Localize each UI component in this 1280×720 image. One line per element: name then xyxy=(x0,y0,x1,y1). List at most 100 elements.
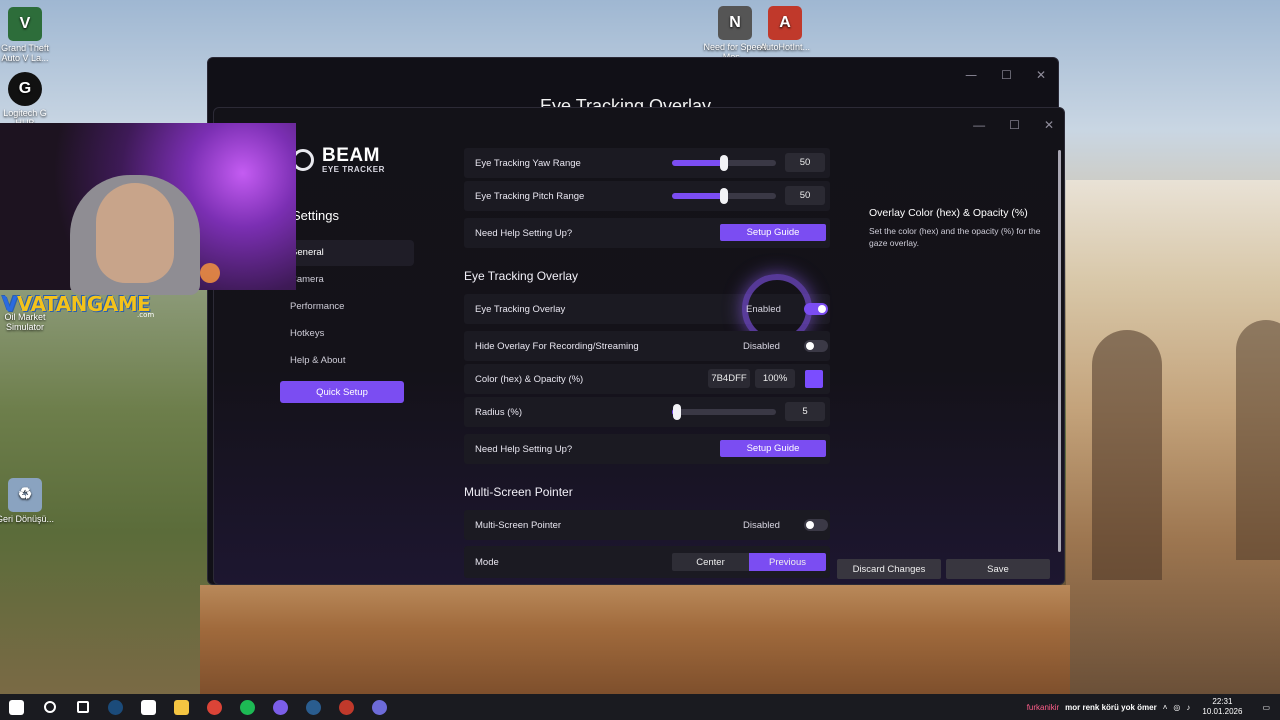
beam-icon[interactable] xyxy=(363,694,396,720)
desktop-icon-gta[interactable]: V Grand Theft Auto V La... xyxy=(0,7,57,63)
volume-icon[interactable]: ♪ xyxy=(1186,703,1190,712)
recycle-bin-icon: ♻ xyxy=(8,478,42,512)
taskbar: furkanikir mor renk körü yok ömer ˄ ◎ ♪ … xyxy=(0,694,1280,720)
file-explorer-icon[interactable] xyxy=(165,694,198,720)
search-icon[interactable] xyxy=(33,694,66,720)
spotify-icon-glyph xyxy=(240,699,255,715)
spotify-icon[interactable] xyxy=(231,694,264,720)
toggle-dot xyxy=(806,342,814,350)
tray-chevron-icon[interactable]: ˄ xyxy=(1163,703,1168,712)
multi-screen-status: Disabled xyxy=(743,520,780,531)
slider-knob[interactable] xyxy=(673,404,682,420)
sidebar-item-help-about[interactable]: Help & About xyxy=(280,348,414,374)
beam-icon-glyph xyxy=(372,699,387,715)
wallpaper-arch xyxy=(1092,330,1162,580)
yaw-range-label: Eye Tracking Yaw Range xyxy=(475,157,581,169)
desktop-icon-label: Geri Dönüşü... xyxy=(0,514,55,524)
maximize-icon[interactable]: ☐ xyxy=(1001,68,1012,82)
desktop-icon-logitech[interactable]: G Logitech G HUB xyxy=(0,72,57,128)
mode-segmented-control[interactable]: Center Previous xyxy=(672,553,826,571)
sidebar-item-camera[interactable]: Camera xyxy=(280,267,414,293)
steam-2-icon-glyph xyxy=(306,699,321,715)
hide-overlay-label: Hide Overlay For Recording/Streaming xyxy=(475,340,639,352)
hex-color-input[interactable]: 7B4DFF xyxy=(708,369,750,388)
steam-icon-glyph xyxy=(108,699,123,715)
sidebar-item-performance[interactable]: Performance xyxy=(280,294,414,320)
radius-value[interactable]: 5 xyxy=(785,402,825,421)
steam-2-icon[interactable] xyxy=(297,694,330,720)
discard-changes-button[interactable]: Discard Changes xyxy=(837,559,941,579)
windows-start-icon[interactable] xyxy=(0,694,33,720)
yaw-range-row: Eye Tracking Yaw Range 50 xyxy=(464,148,830,178)
minimize-icon[interactable]: — xyxy=(965,68,977,82)
desktop-wallpaper-rocks xyxy=(200,585,1070,695)
settings-heading: Settings xyxy=(292,208,339,223)
search-icon-glyph xyxy=(43,701,56,713)
vatangame-logo: VVATANGAME xyxy=(2,292,151,316)
task-view-icon[interactable] xyxy=(66,694,99,720)
notification-icon[interactable]: ▭ xyxy=(1262,703,1270,712)
mode-option-center[interactable]: Center xyxy=(672,553,749,571)
help-row: Need Help Setting Up? Setup Guide xyxy=(464,434,830,464)
section-multi-screen-pointer: Multi-Screen Pointer xyxy=(464,485,573,499)
window-controls: — ☐ ✕ xyxy=(973,118,1054,132)
pitch-range-value[interactable]: 50 xyxy=(785,186,825,205)
color-swatch[interactable] xyxy=(805,370,823,388)
overlay-status: Enabled xyxy=(746,304,781,315)
chat-message: mor renk körü yok ömer xyxy=(1065,702,1157,712)
close-icon[interactable]: ✕ xyxy=(1036,68,1046,82)
beam-settings-window[interactable]: — ☐ ✕ BEAM EYE TRACKER Settings General … xyxy=(213,107,1065,585)
slider-fill xyxy=(672,193,724,199)
sidebar-item-general[interactable]: General xyxy=(280,240,414,266)
gta-icon: V xyxy=(8,7,42,41)
multi-screen-toggle[interactable] xyxy=(804,519,828,531)
hide-overlay-status: Disabled xyxy=(743,341,780,352)
setup-guide-button[interactable]: Setup Guide xyxy=(720,224,826,241)
desktop-icon-autohotint[interactable]: A AutoHotInt... xyxy=(753,6,817,52)
chrome-icon[interactable] xyxy=(198,694,231,720)
store-icon[interactable] xyxy=(132,694,165,720)
save-button[interactable]: Save xyxy=(946,559,1050,579)
system-tray: furkanikir mor renk körü yok ömer ˄ ◎ ♪ … xyxy=(1027,694,1280,720)
yaw-range-value[interactable]: 50 xyxy=(785,153,825,172)
hide-overlay-toggle[interactable] xyxy=(804,340,828,352)
help-label: Need Help Setting Up? xyxy=(475,443,573,455)
sidebar-item-hotkeys[interactable]: Hotkeys xyxy=(280,321,414,347)
slider-knob[interactable] xyxy=(720,188,728,204)
pitch-range-slider[interactable] xyxy=(672,188,776,204)
maximize-icon[interactable]: ☐ xyxy=(1009,118,1020,132)
minimize-icon[interactable]: — xyxy=(973,118,985,132)
brand-name: BEAM xyxy=(322,145,380,166)
help-row: Need Help Setting Up? Setup Guide xyxy=(464,218,830,248)
slider-fill xyxy=(672,160,724,166)
overlay-row: Eye Tracking Overlay Enabled xyxy=(464,274,830,344)
clock-date: 10.01.2026 xyxy=(1202,707,1243,716)
close-icon[interactable]: ✕ xyxy=(1044,118,1054,132)
color-row: Color (hex) & Opacity (%) 7B4DFF 100% xyxy=(464,364,830,394)
scrollbar[interactable] xyxy=(1058,150,1061,552)
yaw-range-slider[interactable] xyxy=(672,155,776,171)
webcam-person-face xyxy=(96,183,174,283)
webcam-lamp xyxy=(200,263,220,283)
overlay-toggle[interactable] xyxy=(804,303,828,315)
desktop-icon-recycle-bin[interactable]: ♻ Geri Dönüşü... xyxy=(0,478,57,524)
network-icon[interactable]: ◎ xyxy=(1173,703,1180,712)
mode-option-previous[interactable]: Previous xyxy=(749,553,826,571)
setup-guide-button[interactable]: Setup Guide xyxy=(720,440,826,457)
overlay-label: Eye Tracking Overlay xyxy=(475,303,566,315)
opacity-input[interactable]: 100% xyxy=(755,369,795,388)
radius-row: Radius (%) 5 xyxy=(464,397,830,427)
multi-screen-label: Multi-Screen Pointer xyxy=(475,519,562,531)
logitech-icon: G xyxy=(8,72,42,106)
vatangame-logo-suffix: .com xyxy=(137,311,155,319)
desktop-icon-label: Grand Theft Auto V La... xyxy=(1,43,49,63)
quick-setup-button[interactable]: Quick Setup xyxy=(280,381,404,403)
app-icon[interactable] xyxy=(330,694,363,720)
slider-knob[interactable] xyxy=(720,155,728,171)
radius-slider[interactable] xyxy=(672,404,776,420)
discord-icon[interactable] xyxy=(264,694,297,720)
taskbar-clock[interactable]: 22:31 10.01.2026 xyxy=(1202,697,1242,717)
help-label: Need Help Setting Up? xyxy=(475,227,573,239)
steam-icon[interactable] xyxy=(99,694,132,720)
toggle-dot xyxy=(806,521,814,529)
